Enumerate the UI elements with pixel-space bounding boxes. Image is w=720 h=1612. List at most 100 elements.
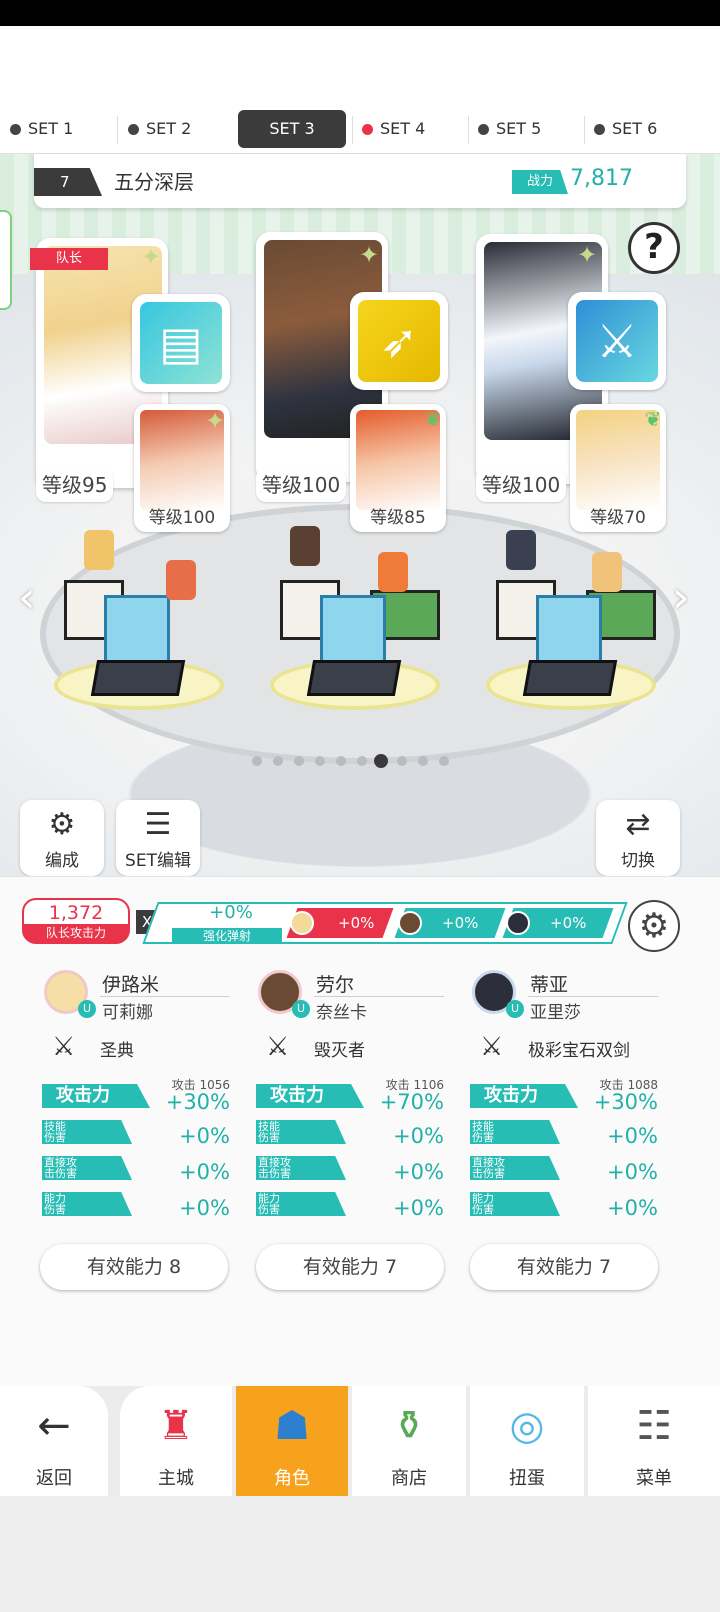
page-dot[interactable]: [439, 756, 449, 766]
tab-label: SET 6: [612, 119, 658, 138]
switch-label: 切换: [621, 851, 655, 871]
effective-ability-button[interactable]: 有效能力 8: [40, 1244, 228, 1290]
hero-sprite: [84, 530, 114, 570]
tab-set-1[interactable]: SET 1: [0, 110, 108, 148]
pedestal-stand: [90, 660, 186, 696]
person-gear-icon: ⚙: [48, 807, 76, 842]
nav-shop[interactable]: ⚱ 商店: [352, 1386, 466, 1496]
set-edit-button[interactable]: ☰ SET编辑: [116, 800, 200, 876]
team-name[interactable]: 五分深层: [114, 166, 194, 195]
support-level: 等级70: [590, 508, 646, 528]
weapon-slot-3[interactable]: ⚔: [568, 292, 666, 390]
nav-label: 返回: [36, 1468, 72, 1489]
pedestal-stand: [522, 660, 618, 696]
back-arrow-icon: ←: [37, 1403, 71, 1449]
nav-gacha[interactable]: ◎ 扭蛋: [470, 1386, 584, 1496]
hero-face-icon: [398, 911, 422, 935]
tab-dot-icon: [10, 124, 21, 135]
stat-label: 技能 伤害: [470, 1120, 560, 1144]
castle-icon: ♜: [158, 1403, 194, 1449]
hero-face-icon: [506, 911, 530, 935]
hero-level: 等级100: [476, 468, 567, 502]
weapon-slot-2[interactable]: ➶: [350, 292, 448, 390]
page-dot[interactable]: [294, 756, 304, 766]
stat-value: +0%: [179, 1160, 230, 1184]
nav-back[interactable]: ← 返回: [0, 1386, 108, 1496]
stat-label: 攻击力: [256, 1084, 364, 1108]
stat-value: +0%: [393, 1160, 444, 1184]
top-spacer: [0, 26, 720, 106]
page-dot[interactable]: [252, 756, 262, 766]
hero-sprite: [290, 526, 320, 566]
support-name: 奈丝卡: [316, 1003, 367, 1023]
stat-value: +0%: [179, 1196, 230, 1220]
nav-character[interactable]: ☗ 角色: [236, 1386, 348, 1496]
book-sprite-icon: [104, 595, 170, 667]
settings-gear-icon[interactable]: ⚙: [628, 900, 680, 952]
tab-label: SET 5: [496, 119, 542, 138]
character-icon: ☗: [274, 1403, 310, 1449]
side-panel-peek[interactable]: [0, 210, 12, 310]
effective-ability-button[interactable]: 有效能力 7: [256, 1244, 444, 1290]
system-nav-area: [0, 1496, 720, 1612]
page-dot[interactable]: [273, 756, 283, 766]
tab-dot-icon: [594, 124, 605, 135]
tab-set-5[interactable]: SET 5: [468, 110, 576, 148]
tab-dot-icon: [478, 124, 489, 135]
power-label: 战力: [512, 170, 568, 194]
nav-castle[interactable]: ♜ 主城: [120, 1386, 232, 1496]
question-icon: ?: [644, 227, 664, 267]
nav-label: 主城: [158, 1468, 194, 1489]
tab-label: SET 4: [380, 119, 426, 138]
page-dot[interactable]: [418, 756, 428, 766]
nav-menu[interactable]: ☷ 菜单: [588, 1386, 720, 1496]
tab-set-6[interactable]: SET 6: [584, 110, 692, 148]
leader-attack-box: 1,372 队长攻击力: [22, 898, 130, 944]
page-dot-active[interactable]: [374, 754, 388, 768]
tab-label: SET 3: [269, 119, 315, 138]
leader-badge: 队长: [30, 248, 108, 270]
stat-label: 技能 伤害: [42, 1120, 132, 1144]
list-icon: ☰: [144, 807, 172, 842]
divider: [314, 996, 444, 997]
tab-dot-icon: [128, 124, 139, 135]
pedestal-stand: [306, 660, 402, 696]
divider: [100, 996, 230, 997]
menu-icon: ☷: [636, 1403, 672, 1449]
hero-level: 等级95: [36, 468, 114, 502]
nav-label: 角色: [274, 1468, 310, 1489]
page-dot[interactable]: [315, 756, 325, 766]
switch-button[interactable]: ⇄ 切换: [596, 800, 680, 876]
weapon-slot-1[interactable]: ▤: [132, 294, 230, 392]
tab-set-2[interactable]: SET 2: [118, 110, 226, 148]
weapon-name: 毁灭者: [314, 1041, 365, 1061]
nav-label: 商店: [391, 1468, 427, 1489]
page-dot[interactable]: [357, 756, 367, 766]
hero-name: 伊路米: [102, 974, 160, 996]
support-sprite: [166, 560, 196, 600]
page-dot[interactable]: [336, 756, 346, 766]
stat-value: +0%: [179, 1124, 230, 1148]
formation-button[interactable]: ⚙ 编成: [20, 800, 104, 876]
enhance-label: 强化弹射: [172, 928, 282, 944]
sparkle-icon: ✦: [358, 241, 380, 269]
effective-ability-button[interactable]: 有效能力 7: [470, 1244, 658, 1290]
unit-u-icon: U: [506, 1000, 524, 1018]
set-tab-bar: SET 1 SET 2 SET 3 SET 4 SET 5 SET 6: [0, 106, 720, 154]
stat-label: 攻击力: [470, 1084, 578, 1108]
stat-value: +0%: [607, 1196, 658, 1220]
nav-label: 菜单: [636, 1468, 672, 1489]
next-arrow-icon[interactable]: ›: [672, 576, 696, 620]
stat-label: 能力 伤害: [256, 1192, 346, 1216]
page-indicator: [250, 754, 450, 768]
book-sprite-icon: [536, 595, 602, 667]
weapon-shield-icon: ⚔: [52, 1032, 76, 1062]
pedestal-3: [466, 530, 666, 710]
page-dot[interactable]: [397, 756, 407, 766]
tab-set-3[interactable]: SET 3: [238, 110, 346, 148]
hero-sprite: [506, 530, 536, 570]
help-button[interactable]: ?: [628, 222, 680, 274]
tab-label: SET 1: [28, 119, 74, 138]
stat-label: 能力 伤害: [470, 1192, 560, 1216]
tab-set-4[interactable]: SET 4: [352, 110, 460, 148]
